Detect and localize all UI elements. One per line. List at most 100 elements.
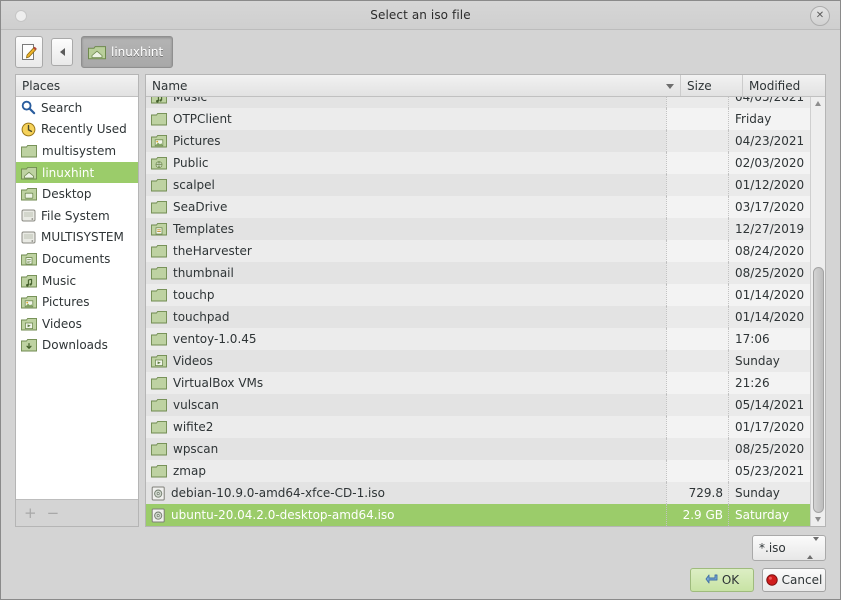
table-row[interactable]: wifite2 01/17/2020 — [146, 416, 810, 438]
ok-button[interactable]: OK — [690, 567, 754, 592]
cancel-button[interactable]: Cancel — [762, 567, 826, 592]
scroll-up-icon[interactable] — [815, 101, 821, 106]
table-row[interactable]: SeaDrive 03/17/2020 — [146, 196, 810, 218]
file-name-cell: SeaDrive — [146, 200, 666, 214]
file-name-cell: wifite2 — [146, 420, 666, 434]
vertical-scrollbar[interactable] — [810, 97, 825, 526]
table-row[interactable]: zmap 05/23/2021 — [146, 460, 810, 482]
table-row[interactable]: Pictures 04/23/2021 — [146, 130, 810, 152]
sidebar-item-videos[interactable]: Videos — [16, 313, 138, 335]
folder-icon — [151, 200, 167, 214]
sidebar-item-multisystem[interactable]: multisystem — [16, 140, 138, 162]
iso-image-icon — [151, 486, 165, 501]
videos-folder-icon — [151, 354, 167, 368]
file-modified-cell: 04/23/2021 — [728, 130, 810, 152]
close-icon[interactable]: ✕ — [810, 6, 830, 26]
file-name-label: wpscan — [173, 442, 219, 456]
table-row[interactable]: debian-10.9.0-amd64-xfce-CD-1.iso 729.8 M… — [146, 482, 810, 504]
table-row[interactable]: vulscan 05/14/2021 — [146, 394, 810, 416]
file-name-cell: Public — [146, 156, 666, 170]
sidebar-item-multisystem[interactable]: MULTISYSTEM — [16, 227, 138, 249]
navigate-back-button[interactable] — [51, 38, 73, 66]
window-menu-icon[interactable] — [15, 10, 27, 22]
sidebar-item-linuxhint[interactable]: linuxhint — [16, 161, 138, 184]
file-name-cell: thumbnail — [146, 266, 666, 280]
file-modified-cell: Sunday — [728, 482, 810, 504]
file-modified-cell: 08/25/2020 — [728, 262, 810, 284]
column-header-size[interactable]: Size — [681, 75, 743, 96]
file-name-cell: touchpad — [146, 310, 666, 324]
column-header-modified[interactable]: Modified — [743, 75, 825, 96]
file-name-cell: Templates — [146, 222, 666, 236]
file-size-cell — [666, 240, 728, 262]
sidebar-item-documents[interactable]: Documents — [16, 248, 138, 270]
music-folder-icon — [21, 274, 37, 288]
search-icon — [21, 100, 36, 115]
table-row[interactable]: Templates 12/27/2019 — [146, 218, 810, 240]
videos-folder-icon — [21, 317, 37, 331]
table-row[interactable]: Public 02/03/2020 — [146, 152, 810, 174]
sidebar-item-file-system[interactable]: File System — [16, 205, 138, 227]
file-name-label: Videos — [173, 354, 213, 368]
file-name-label: SeaDrive — [173, 200, 228, 214]
table-row[interactable]: thumbnail 08/25/2020 — [146, 262, 810, 284]
sidebar-item-search[interactable]: Search — [16, 97, 138, 119]
sidebar-item-label: multisystem — [42, 143, 117, 158]
file-name-cell: scalpel — [146, 178, 666, 192]
table-row[interactable]: ubuntu-20.04.2.0-desktop-amd64.iso 2.9 GB… — [146, 504, 810, 526]
table-row[interactable]: Music 04/05/2021 — [146, 97, 810, 108]
sidebar-item-label: Search — [41, 100, 83, 115]
sidebar-item-label: Recently Used — [41, 122, 127, 137]
table-row[interactable]: theHarvester 08/24/2020 — [146, 240, 810, 262]
sidebar-item-label: Desktop — [42, 187, 92, 202]
file-size-cell — [666, 108, 728, 130]
file-size-cell — [666, 394, 728, 416]
file-size-cell — [666, 350, 728, 372]
sort-descending-icon — [666, 84, 674, 89]
stop-circle-icon — [765, 573, 778, 586]
file-size-cell — [666, 196, 728, 218]
sidebar-item-music[interactable]: Music — [16, 270, 138, 292]
column-header-name[interactable]: Name — [146, 75, 681, 96]
table-row[interactable]: VirtualBox VMs 21:26 — [146, 372, 810, 394]
sidebar-item-downloads[interactable]: Downloads — [16, 335, 138, 357]
file-modified-cell: Saturday — [728, 504, 810, 526]
file-name-cell: Pictures — [146, 134, 666, 148]
scroll-down-icon[interactable] — [815, 517, 821, 522]
remove-bookmark-button[interactable]: − — [47, 505, 60, 521]
folder-icon — [151, 266, 167, 280]
file-name-cell: Music — [146, 97, 666, 104]
file-name-label: Pictures — [173, 134, 221, 148]
drive-icon — [21, 230, 36, 245]
places-list: Search Recently Used multisystem linuxhint D… — [16, 97, 138, 499]
file-type-filter-value: *.iso — [759, 540, 786, 555]
file-modified-cell: 01/12/2020 — [728, 174, 810, 196]
documents-folder-icon — [21, 252, 37, 266]
table-row[interactable]: ventoy-1.0.45 17:06 — [146, 328, 810, 350]
type-filename-button[interactable] — [15, 36, 43, 68]
table-row[interactable]: touchpad 01/14/2020 — [146, 306, 810, 328]
file-size-cell — [666, 262, 728, 284]
sidebar-item-recently-used[interactable]: Recently Used — [16, 119, 138, 141]
sidebar-item-desktop[interactable]: Desktop — [16, 183, 138, 205]
downloads-folder-icon — [21, 338, 37, 352]
table-row[interactable]: OTPClient Friday — [146, 108, 810, 130]
table-row[interactable]: wpscan 08/25/2020 — [146, 438, 810, 460]
file-type-filter[interactable]: *.iso — [752, 534, 826, 561]
cancel-button-label: Cancel — [781, 572, 823, 587]
breadcrumb-linuxhint[interactable]: linuxhint — [81, 36, 174, 68]
table-row[interactable]: touchp 01/14/2020 — [146, 284, 810, 306]
table-row[interactable]: scalpel 01/12/2020 — [146, 174, 810, 196]
file-size-cell — [666, 416, 728, 438]
add-bookmark-button[interactable]: + — [24, 505, 37, 521]
folder-icon — [151, 376, 167, 390]
file-size-cell: 2.9 GB — [666, 504, 728, 526]
file-name-label: Public — [173, 156, 209, 170]
sidebar-item-pictures[interactable]: Pictures — [16, 291, 138, 313]
file-size-cell — [666, 372, 728, 394]
scrollbar-thumb[interactable] — [813, 267, 824, 513]
folder-icon — [151, 420, 167, 434]
file-modified-cell: 05/14/2021 — [728, 394, 810, 416]
table-row[interactable]: Videos Sunday — [146, 350, 810, 372]
file-modified-cell: 04/05/2021 — [728, 97, 810, 108]
